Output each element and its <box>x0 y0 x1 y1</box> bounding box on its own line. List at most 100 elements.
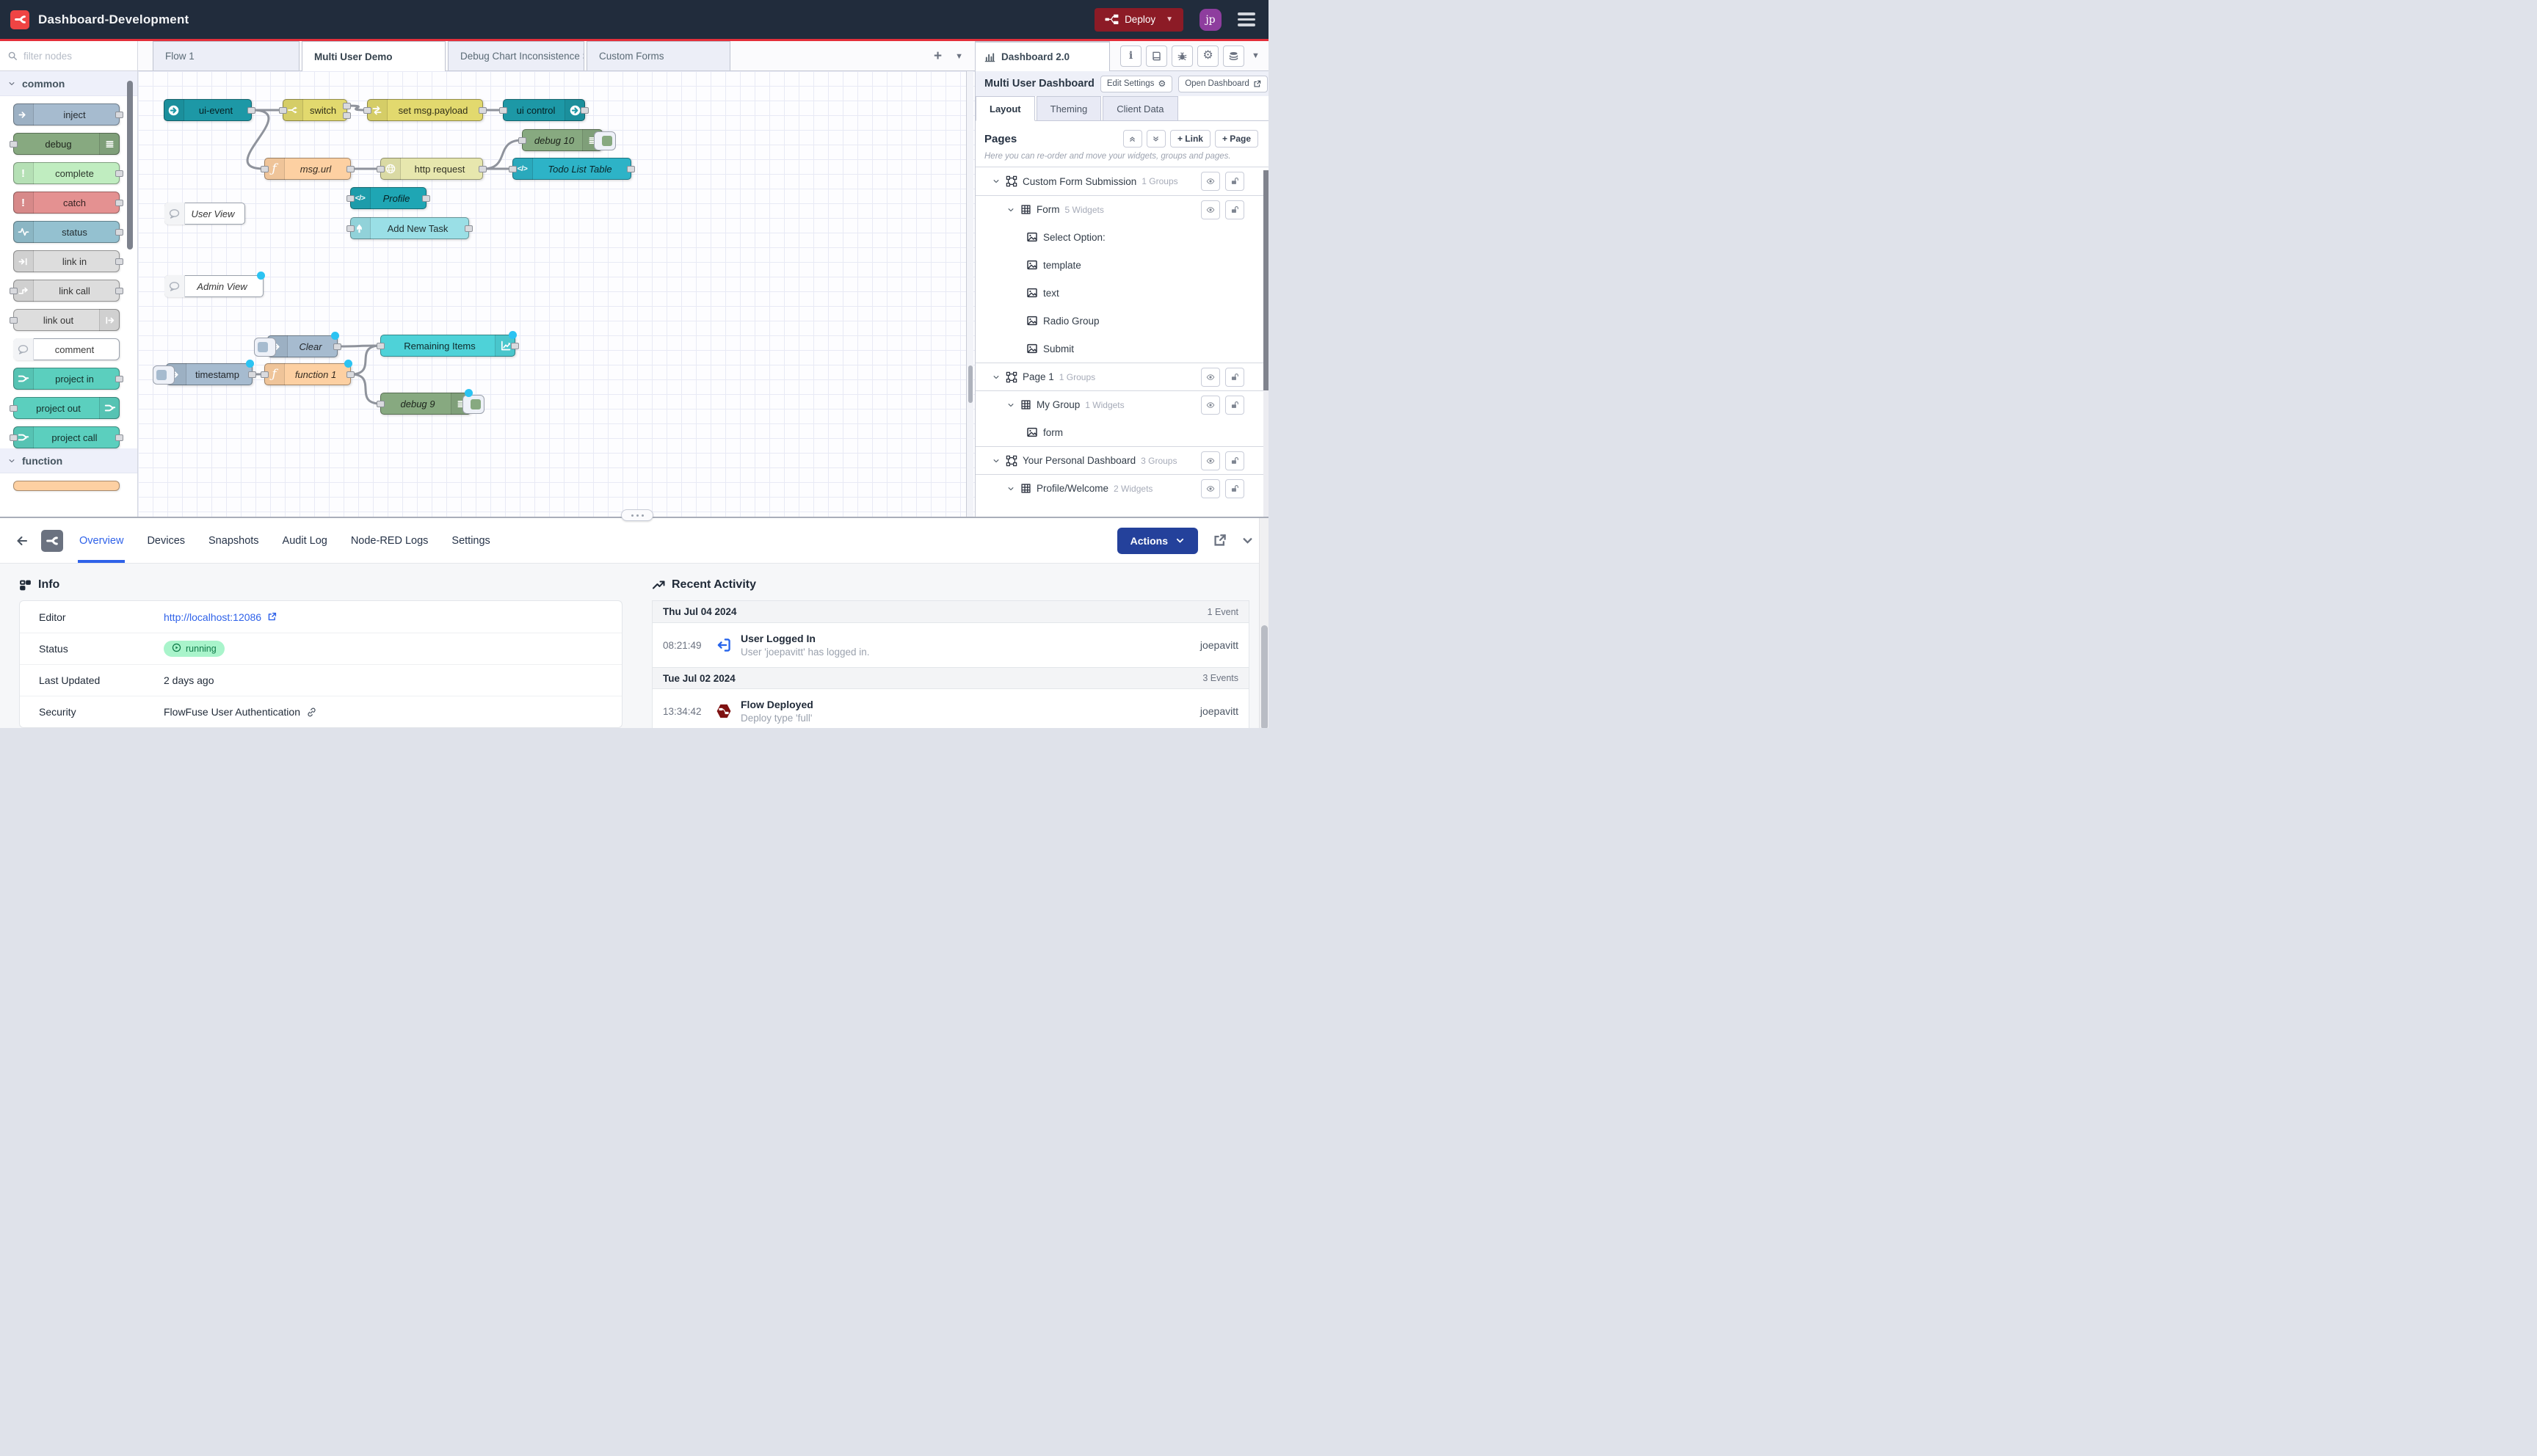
flow-list-caret-icon[interactable]: ▼ <box>955 52 963 61</box>
workspace-tab-multi-user-demo[interactable]: Multi User Demo <box>302 41 446 71</box>
window-scrollbar[interactable] <box>1259 518 1268 728</box>
input-port[interactable] <box>10 434 18 441</box>
instance-tab-snapshots[interactable]: Snapshots <box>208 518 259 563</box>
output-port[interactable] <box>248 371 256 378</box>
sidebar-layers-button[interactable] <box>1223 46 1244 67</box>
palette-node-inject[interactable]: inject <box>13 103 120 125</box>
instance-tab-overview[interactable]: Overview <box>79 518 123 563</box>
tree-row-form[interactable]: form <box>976 418 1268 446</box>
flow-node-debug-9[interactable]: debug 9 <box>380 393 471 415</box>
input-port[interactable] <box>279 107 287 114</box>
visibility-button[interactable] <box>1201 368 1220 387</box>
dashboard-tab-layout[interactable]: Layout <box>976 96 1035 121</box>
lock-button[interactable] <box>1225 200 1244 219</box>
flow-node-http-request[interactable]: http request <box>380 158 483 180</box>
instance-tab-node-red-logs[interactable]: Node-RED Logs <box>351 518 429 563</box>
flow-node-profile[interactable]: </>Profile <box>350 187 427 209</box>
flow-node-debug-10[interactable]: debug 10 <box>522 129 603 151</box>
add-page-button[interactable]: + Page <box>1215 130 1258 148</box>
editor-link[interactable]: http://localhost:12086 <box>164 611 277 623</box>
add-flow-icon[interactable]: + <box>934 49 942 63</box>
palette-node-project-in[interactable]: project in <box>13 368 120 390</box>
palette-category-common[interactable]: common <box>0 71 137 96</box>
output-port[interactable] <box>479 166 487 172</box>
sidebar-bug-button[interactable] <box>1172 46 1193 67</box>
tree-row-custom-form-submission[interactable]: Custom Form Submission1 Groups <box>976 167 1268 195</box>
palette-category-function[interactable]: function <box>0 448 137 473</box>
hamburger-menu-icon[interactable] <box>1235 10 1258 29</box>
chevron-down-icon[interactable] <box>1006 401 1015 410</box>
palette-search[interactable] <box>0 41 137 71</box>
output-port[interactable] <box>247 107 255 114</box>
dashboard-tab-client-data[interactable]: Client Data <box>1103 96 1177 120</box>
palette-node-link-call[interactable]: link call <box>13 280 120 302</box>
dashboard-tab-theming[interactable]: Theming <box>1037 96 1102 120</box>
tab-dashboard-2[interactable]: Dashboard 2.0 <box>976 41 1110 71</box>
workspace-tab-flow-1[interactable]: Flow 1 <box>153 41 300 70</box>
palette-node-project-out[interactable]: project out <box>13 397 120 419</box>
palette-node-complete[interactable]: !complete <box>13 162 120 184</box>
flow-node-switch[interactable]: switch <box>283 99 347 121</box>
palette-node-comment[interactable]: comment <box>13 338 120 360</box>
flow-node-set-msg-payload[interactable]: set msg.payload <box>367 99 483 121</box>
output-port[interactable] <box>333 343 341 350</box>
tree-row-your-personal-dashboard[interactable]: Your Personal Dashboard3 Groups <box>976 446 1268 474</box>
tree-row-template[interactable]: template <box>976 251 1268 279</box>
output-port[interactable] <box>115 434 123 441</box>
move-down-button[interactable] <box>1147 130 1166 148</box>
output-port[interactable] <box>115 170 123 177</box>
canvas-vertical-scrollbar[interactable] <box>966 71 973 517</box>
tree-row-profile-welcome[interactable]: Profile/Welcome2 Widgets <box>976 474 1268 502</box>
input-port[interactable] <box>377 401 385 407</box>
visibility-button[interactable] <box>1201 451 1220 470</box>
tree-row-my-group[interactable]: My Group1 Widgets <box>976 390 1268 418</box>
instance-tab-settings[interactable]: Settings <box>451 518 490 563</box>
input-port[interactable] <box>518 137 526 144</box>
output-port-2[interactable] <box>343 112 351 119</box>
collapse-panel-icon[interactable] <box>1241 534 1254 547</box>
output-port[interactable] <box>115 258 123 265</box>
visibility-button[interactable] <box>1201 479 1220 498</box>
chevron-down-icon[interactable] <box>992 177 1001 186</box>
sidebar-gear-button[interactable]: ⚙ <box>1197 46 1219 67</box>
palette-node-debug[interactable]: debug <box>13 133 120 155</box>
chevron-down-icon[interactable] <box>1006 205 1015 214</box>
debug-toggle-button[interactable] <box>462 395 484 414</box>
actions-button[interactable]: Actions <box>1117 528 1198 554</box>
add-link-button[interactable]: + Link <box>1170 130 1211 148</box>
chevron-down-icon[interactable] <box>1006 484 1015 493</box>
output-port[interactable] <box>115 200 123 206</box>
input-port[interactable] <box>10 141 18 148</box>
tree-row-select-option-[interactable]: Select Option: <box>976 223 1268 251</box>
tree-row-radio-group[interactable]: Radio Group <box>976 307 1268 335</box>
flow-node-ui-event[interactable]: ui-event <box>164 99 252 121</box>
input-port[interactable] <box>377 343 385 349</box>
tree-row-page-1[interactable]: Page 11 Groups <box>976 363 1268 390</box>
palette-scrollbar[interactable] <box>127 81 133 250</box>
sidebar-more-caret-icon[interactable]: ▼ <box>1252 51 1260 60</box>
tree-row-text[interactable]: text <box>976 279 1268 307</box>
flow-node-clear[interactable]: Clear <box>267 335 338 357</box>
flowfuse-logo-gray-icon[interactable] <box>41 530 63 552</box>
workspace-tab-custom-forms[interactable]: Custom Forms <box>587 41 730 70</box>
flow-node-add-new-task[interactable]: Add New Task <box>350 217 469 239</box>
visibility-button[interactable] <box>1201 200 1220 219</box>
tree-row-form[interactable]: Form5 Widgets <box>976 195 1268 223</box>
sidebar-scrollbar[interactable] <box>1263 170 1268 517</box>
palette-node-link-out[interactable]: link out <box>13 309 120 331</box>
lock-button[interactable] <box>1225 368 1244 387</box>
palette-node-project-call[interactable]: project call <box>13 426 120 448</box>
output-port[interactable] <box>627 166 635 172</box>
edit-settings-button[interactable]: Edit Settings ⚙ <box>1100 76 1172 92</box>
palette-node-partial[interactable] <box>13 481 120 491</box>
output-port[interactable] <box>115 376 123 382</box>
chevron-down-icon[interactable] <box>992 373 1001 382</box>
tree-row-submit[interactable]: Submit <box>976 335 1268 363</box>
flow-node-todo-list-table[interactable]: </>Todo List Table <box>512 158 631 180</box>
deploy-button[interactable]: Deploy ▼ <box>1095 8 1183 32</box>
debug-toggle-button[interactable] <box>594 131 616 150</box>
palette-node-status[interactable]: status <box>13 221 120 243</box>
instance-tab-audit-log[interactable]: Audit Log <box>283 518 327 563</box>
input-port[interactable] <box>509 166 517 172</box>
inject-button[interactable] <box>153 365 175 385</box>
